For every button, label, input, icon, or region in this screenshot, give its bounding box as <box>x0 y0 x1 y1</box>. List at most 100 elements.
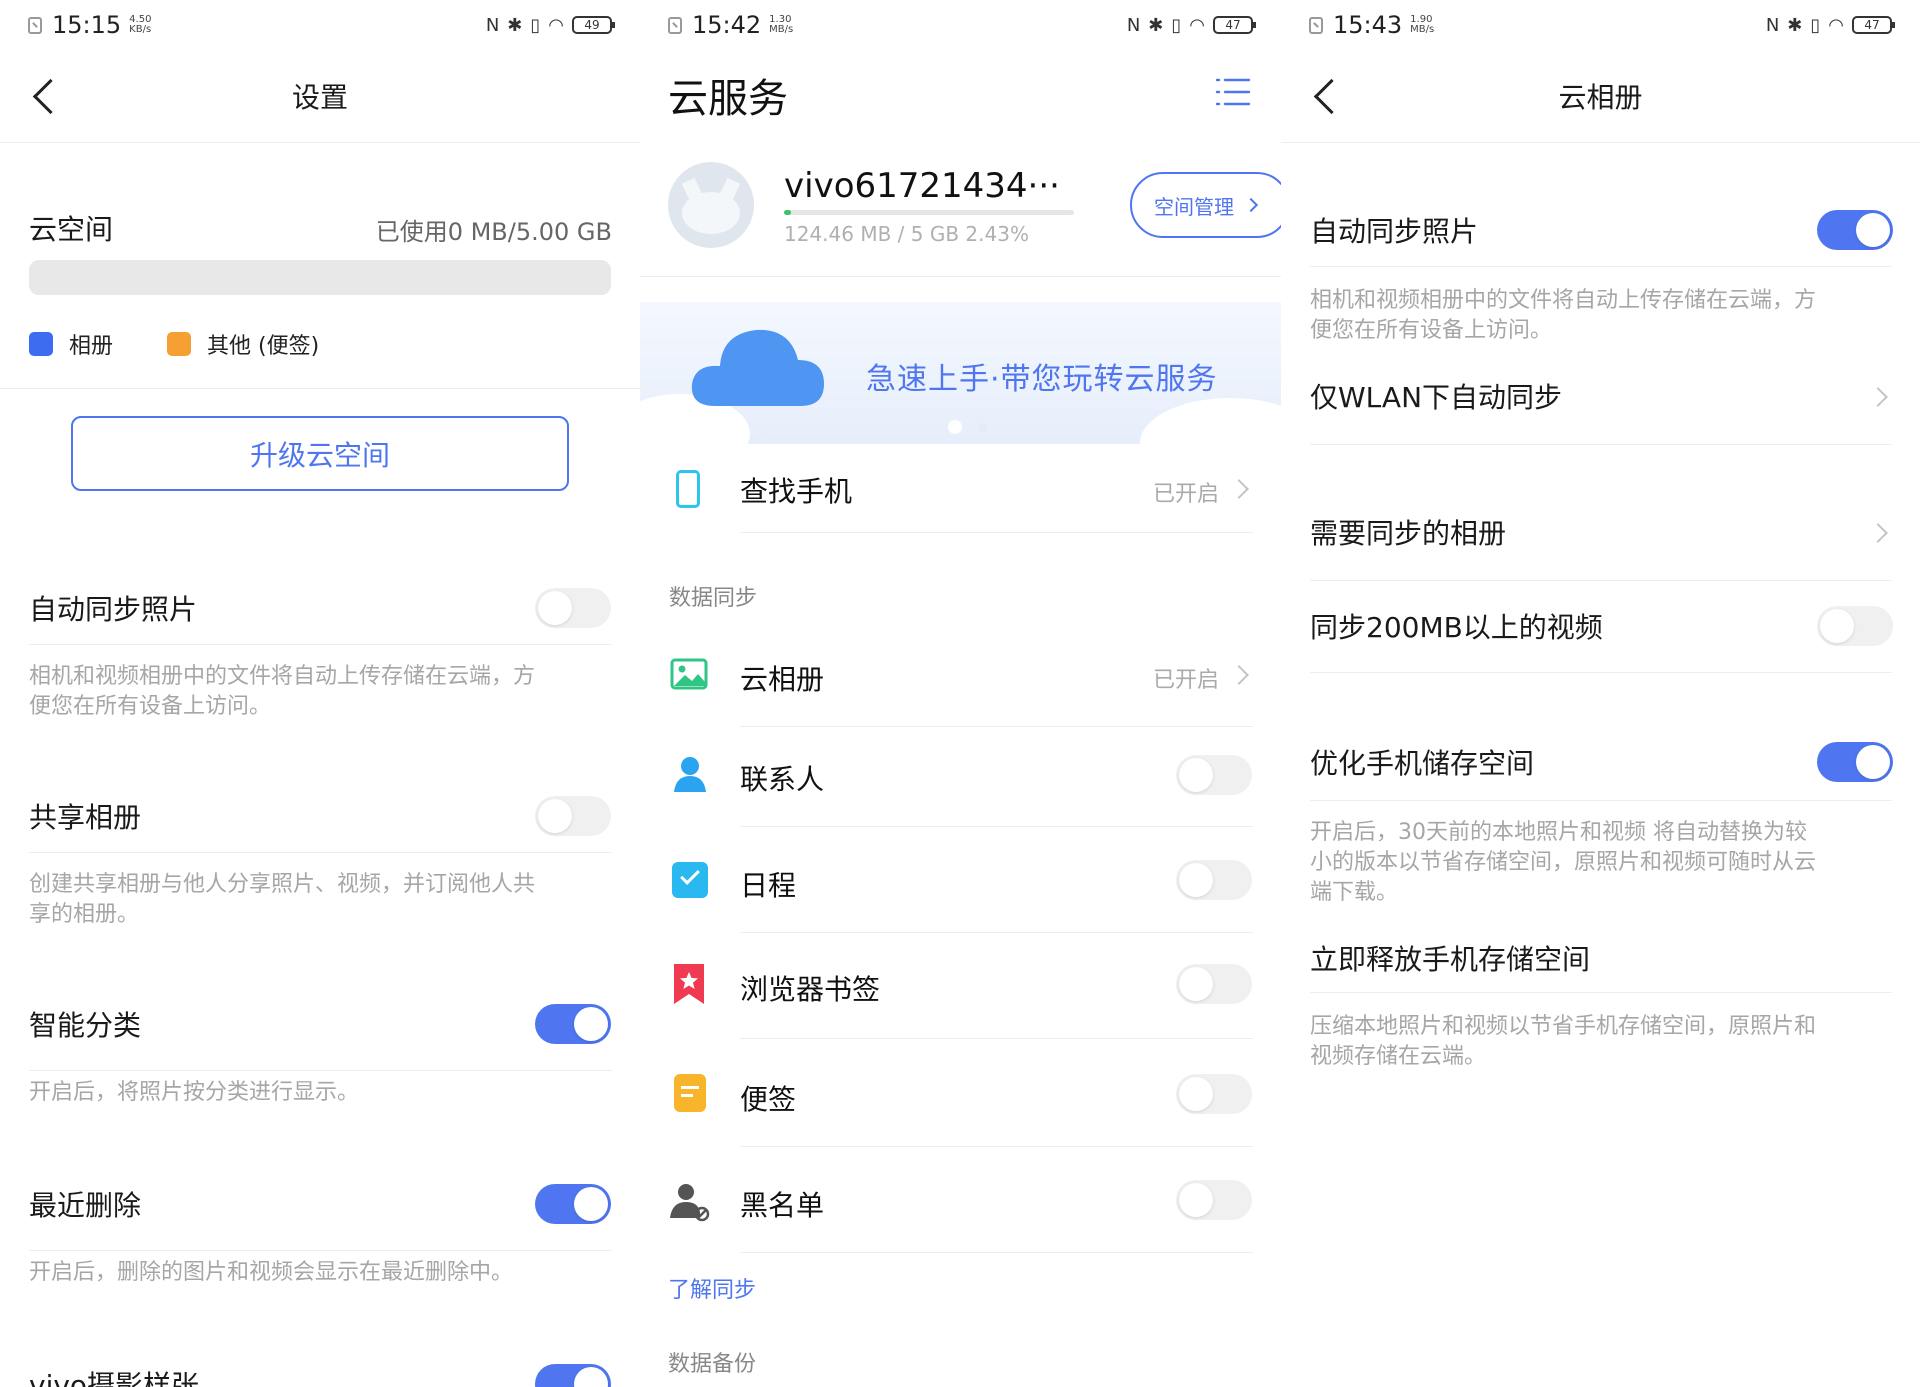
divider <box>1310 266 1892 267</box>
find-phone-status: 已开启 <box>1152 482 1219 507</box>
toggle-knob <box>1856 745 1890 779</box>
setting-shared-album-desc: 创建共享相册与他人分享照片、视频，并订阅他人共 享的相册。 <box>29 872 536 927</box>
divider <box>0 142 640 143</box>
setting-auto-sync-desc: 相机和视频相册中的文件将自动上传存储在云端，方 便您在所有设备上访问。 <box>29 664 536 719</box>
vibrate-icon: ▯ <box>1171 14 1182 36</box>
recently-deleted-toggle[interactable] <box>535 1184 611 1224</box>
bluetooth-icon: ✱ <box>1148 14 1164 36</box>
back-arrow-icon[interactable] <box>1311 78 1347 114</box>
smart-category-toggle[interactable] <box>535 1004 611 1044</box>
sync-item-bookmarks: 浏览器书签 <box>640 938 1281 1038</box>
contact-icon <box>674 757 706 792</box>
bluetooth-icon: ✱ <box>1787 14 1803 36</box>
notification-icon <box>28 16 42 34</box>
sync-item-label: 联系人 <box>740 763 825 796</box>
cloud-album-status: 已开启 <box>1152 668 1219 693</box>
wifi-icon: ◠ <box>1189 14 1205 36</box>
onboarding-banner[interactable]: 急速上手·带您玩转云服务 <box>640 302 1281 444</box>
cloud-album-screen: 15:43 1.90 MB/s N ✱ ▯ ◠ 47 云相册 自动同步照片 相机… <box>1281 0 1920 1387</box>
status-bar: 15:43 1.90 MB/s N ✱ ▯ ◠ 47 <box>1309 10 1895 40</box>
divider <box>0 388 640 389</box>
sync-item-cloud-album[interactable]: 云相册 已开启 <box>640 630 1281 722</box>
divider <box>740 1252 1253 1253</box>
calendar-toggle[interactable] <box>1176 860 1252 900</box>
divider <box>29 1070 612 1071</box>
image-icon <box>670 658 708 690</box>
divider <box>29 644 612 645</box>
find-phone-row[interactable]: 查找手机 已开启 <box>640 444 1281 532</box>
auto-sync-toggle[interactable] <box>1817 210 1893 250</box>
toggle-knob <box>1179 863 1213 897</box>
contacts-toggle[interactable] <box>1176 755 1252 795</box>
banner-dot[interactable] <box>978 423 987 432</box>
upgrade-cloud-button[interactable]: 升级云空间 <box>71 416 569 491</box>
status-time: 15:42 <box>692 11 762 39</box>
divider <box>1310 800 1892 801</box>
storage-legend: 相册 其他 (便签) <box>29 328 319 360</box>
status-time: 15:43 <box>1333 11 1403 39</box>
network-speed: 1.30 MB/s <box>769 14 794 35</box>
phone-icon <box>676 470 700 508</box>
albums-to-sync-row[interactable]: 需要同步的相册 <box>1281 500 1920 580</box>
large-video-toggle[interactable] <box>1817 606 1893 646</box>
auto-sync-title: 自动同步照片 <box>1310 215 1479 248</box>
setting-shared-album-title: 共享相册 <box>29 801 142 834</box>
chevron-right-icon <box>1868 523 1888 543</box>
setting-smart-category-title: 智能分类 <box>29 1009 142 1042</box>
sync-item-label: 云相册 <box>740 663 825 696</box>
chevron-right-icon <box>1868 387 1888 407</box>
release-storage-title[interactable]: 立即释放手机存储空间 <box>1310 938 1590 978</box>
learn-sync-link[interactable]: 了解同步 <box>668 1272 756 1304</box>
space-management-button[interactable]: 空间管理 <box>1130 172 1281 238</box>
auto-sync-desc: 相机和视频相册中的文件将自动上传存储在云端，方 便您在所有设备上访问。 <box>1310 288 1817 343</box>
sync-item-contacts: 联系人 <box>640 728 1281 826</box>
legend-photo-label: 相册 <box>69 334 114 359</box>
back-arrow-icon[interactable] <box>30 78 66 114</box>
auto-sync-toggle[interactable] <box>535 588 611 628</box>
blacklist-toggle[interactable] <box>1176 1180 1252 1220</box>
wlan-only-row[interactable]: 仅WLAN下自动同步 <box>1281 366 1920 446</box>
release-storage-desc: 压缩本地照片和视频以节省手机存储空间，原照片和 视频存储在云端。 <box>1310 1014 1817 1069</box>
avatar[interactable] <box>668 162 754 248</box>
network-speed: 1.90 MB/s <box>1410 14 1435 35</box>
bookmarks-toggle[interactable] <box>1176 964 1252 1004</box>
notes-toggle[interactable] <box>1176 1074 1252 1114</box>
sync-item-label: 黑名单 <box>740 1189 825 1222</box>
storage-bar <box>29 260 611 295</box>
banner-dot-active[interactable] <box>948 420 962 434</box>
page-title: 云服务 <box>668 76 788 122</box>
account-name: vivo61721434··· <box>784 166 1060 206</box>
note-icon <box>674 1074 706 1112</box>
divider <box>1310 444 1892 445</box>
page-title: 设置 <box>291 81 348 114</box>
toggle-knob <box>574 1187 608 1221</box>
battery-icon: 49 <box>572 16 615 34</box>
sync-item-label: 便签 <box>740 1083 797 1116</box>
divider <box>640 276 1281 277</box>
setting-recently-deleted-desc: 开启后，删除的图片和视频会显示在最近删除中。 <box>29 1260 514 1285</box>
chevron-right-icon <box>1229 479 1249 499</box>
divider <box>1310 672 1892 673</box>
toggle-knob <box>1179 1077 1213 1111</box>
shared-album-toggle[interactable] <box>535 796 611 836</box>
optimize-storage-toggle[interactable] <box>1817 742 1893 782</box>
status-icons: N ✱ ▯ ◠ 47 <box>1766 14 1895 36</box>
wifi-icon: ◠ <box>548 14 564 36</box>
cloud-icon <box>691 329 824 406</box>
setting-recently-deleted-title: 最近删除 <box>29 1189 142 1222</box>
vivo-photo-toggle[interactable] <box>535 1364 611 1387</box>
menu-list-icon[interactable] <box>1215 76 1251 108</box>
divider <box>1310 992 1892 993</box>
toggle-knob <box>1179 1183 1213 1217</box>
divider <box>740 932 1253 933</box>
sync-item-blacklist: 黑名单 <box>640 1150 1281 1254</box>
sync-item-label: 日程 <box>740 869 797 902</box>
cloud-service-screen: 15:42 1.30 MB/s N ✱ ▯ ◠ 47 云服务 vivo61721… <box>640 0 1281 1387</box>
notification-icon <box>668 16 682 34</box>
other-legend-swatch <box>167 332 192 356</box>
toggle-knob <box>1179 967 1213 1001</box>
status-bar: 15:15 4.50 KB/s N ✱ ▯ ◠ 49 <box>28 10 615 40</box>
status-time: 15:15 <box>52 11 122 39</box>
account-usage-bar <box>784 210 1074 215</box>
header: 设置 <box>0 62 640 130</box>
